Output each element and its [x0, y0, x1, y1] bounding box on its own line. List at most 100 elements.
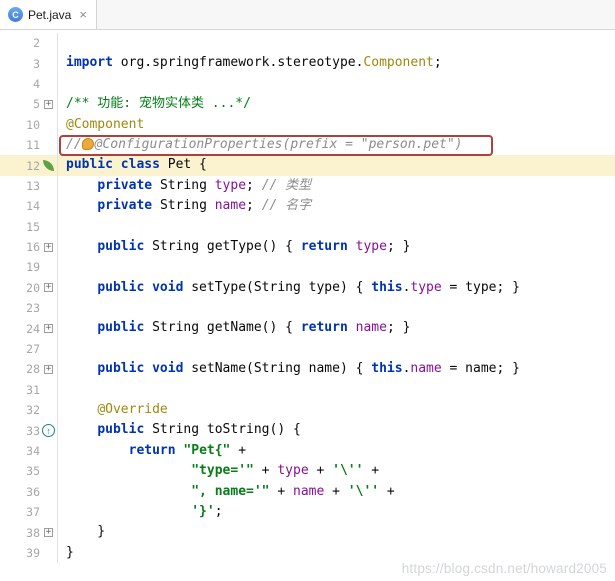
line-number: 16: [26, 240, 40, 255]
gutter[interactable]: 34: [0, 440, 58, 462]
gutter-slot: [40, 441, 57, 461]
code-line[interactable]: 20 + public void setType(String type) { t…: [0, 277, 615, 299]
code-line[interactable]: 36 ", name='" + name + '\'' +: [0, 481, 615, 502]
code-line[interactable]: 28 + public void setName(String name) { t…: [0, 359, 615, 380]
code-token: org.springframework.stereotype.: [112, 55, 364, 71]
code-line[interactable]: 15: [0, 216, 615, 237]
gutter-slot: +: [40, 237, 57, 257]
gutter[interactable]: 31: [0, 379, 58, 401]
code-token: ;: [246, 177, 262, 193]
line-number: 37: [26, 505, 40, 520]
gutter[interactable]: 19: [0, 257, 58, 278]
code-line[interactable]: 16 + public String getType() { return typ…: [0, 236, 615, 258]
code-line[interactable]: 24 + public String getName() { return nam…: [0, 318, 615, 339]
gutter[interactable]: 3: [0, 53, 58, 74]
code-text: public String getName() { return name; }: [58, 318, 615, 338]
fold-marker-icon[interactable]: +: [44, 283, 53, 293]
fold-marker-icon[interactable]: +: [44, 99, 53, 109]
code-line[interactable]: 14 private String name; // 名字: [0, 196, 615, 217]
code-text: return "Pet{" +: [58, 441, 615, 461]
gutter[interactable]: 12: [0, 155, 58, 176]
gutter-slot: [40, 461, 57, 481]
bulb-icon[interactable]: [81, 137, 94, 150]
gutter[interactable]: 2: [0, 33, 58, 54]
code-token: ;: [246, 198, 262, 214]
tab-pet-java[interactable]: C Pet.java ×: [0, 0, 97, 29]
gutter[interactable]: 24 +: [0, 318, 58, 339]
code-editor[interactable]: 2 3 import org.springframework.stereotype.…: [0, 30, 615, 581]
code-line[interactable]: 13 private String type; // 类型: [0, 175, 615, 197]
code-token: setName(String name) {: [191, 361, 372, 377]
code-line[interactable]: 23: [0, 298, 615, 319]
line-number: 38: [26, 525, 40, 540]
code-line[interactable]: 37 '}';: [0, 501, 615, 523]
code-token: Component: [363, 55, 434, 71]
fold-marker-icon[interactable]: +: [44, 528, 53, 538]
code-line[interactable]: 19: [0, 257, 615, 278]
code-line[interactable]: 2: [0, 33, 615, 54]
gutter[interactable]: 4: [0, 73, 58, 95]
gutter[interactable]: 23: [0, 298, 58, 319]
line-number: 36: [26, 484, 40, 499]
gutter[interactable]: 16 +: [0, 236, 58, 258]
tab-title: Pet.java: [28, 7, 72, 22]
code-line[interactable]: 3 import org.springframework.stereotype.C…: [0, 53, 615, 74]
code-line[interactable]: 31: [0, 379, 615, 401]
code-line[interactable]: 39}: [0, 542, 615, 564]
line-number: 31: [26, 382, 40, 397]
fold-marker-icon[interactable]: +: [44, 242, 53, 252]
gutter[interactable]: 20 +: [0, 277, 58, 299]
gutter[interactable]: 15: [0, 216, 58, 237]
gutter[interactable]: 28 +: [0, 359, 58, 380]
line-number: 10: [26, 117, 40, 132]
code-line[interactable]: 38 + }: [0, 522, 615, 543]
code-line[interactable]: 27: [0, 338, 615, 360]
java-class-icon: C: [8, 7, 23, 22]
editor-tab-bar: C Pet.java ×: [0, 0, 615, 30]
gutter[interactable]: 36: [0, 481, 58, 502]
gutter[interactable]: 13: [0, 175, 58, 197]
fold-marker-icon[interactable]: +: [44, 324, 53, 334]
code-token: '\'': [347, 483, 380, 499]
code-token: +: [253, 463, 278, 479]
code-line[interactable]: 10 @Component: [0, 114, 615, 135]
spring-bean-icon[interactable]: [43, 160, 54, 172]
code-token: Pet {: [167, 157, 207, 173]
code-line[interactable]: 4: [0, 73, 615, 95]
gutter[interactable]: 11: [0, 134, 58, 156]
code-token: return: [300, 320, 356, 336]
code-line[interactable]: 35 "type='" + type + '\'' +: [0, 461, 615, 482]
code-token: +: [379, 483, 395, 499]
line-number: 28: [26, 362, 40, 377]
gutter-slot: [40, 543, 57, 563]
gutter[interactable]: 35: [0, 461, 58, 482]
code-line[interactable]: 33 ↑ public String toString() {: [0, 420, 615, 441]
code-line[interactable]: 12 public class Pet {: [0, 155, 615, 176]
code-token: public: [97, 238, 153, 254]
code-line[interactable]: 32 @Override: [0, 400, 615, 421]
code-line[interactable]: 5 +/** 功能: 宠物实体类 ...*/: [0, 94, 615, 115]
code-token: type: [277, 463, 309, 479]
gutter[interactable]: 33 ↑: [0, 420, 58, 441]
gutter[interactable]: 32: [0, 400, 58, 421]
gutter[interactable]: 5 +: [0, 94, 58, 115]
gutter-slot: +: [40, 359, 57, 379]
code-token: @Component: [66, 116, 145, 132]
code-line[interactable]: 34 return "Pet{" +: [0, 440, 615, 462]
gutter[interactable]: 14: [0, 196, 58, 217]
gutter-slot: [40, 196, 57, 216]
gutter[interactable]: 27: [0, 338, 58, 360]
code-line[interactable]: 11 // @ConfigurationProperties(prefix = "p…: [0, 134, 615, 156]
line-number: 23: [26, 301, 40, 316]
tab-close-icon[interactable]: ×: [79, 8, 87, 21]
code-token: ; }: [386, 320, 411, 336]
gutter[interactable]: 39: [0, 542, 58, 564]
gutter[interactable]: 38 +: [0, 522, 58, 543]
gutter-slot: [40, 502, 57, 522]
fold-marker-icon[interactable]: +: [44, 364, 53, 374]
gutter[interactable]: 10: [0, 114, 58, 135]
gutter[interactable]: 37: [0, 501, 58, 523]
override-method-icon[interactable]: ↑: [42, 424, 55, 438]
